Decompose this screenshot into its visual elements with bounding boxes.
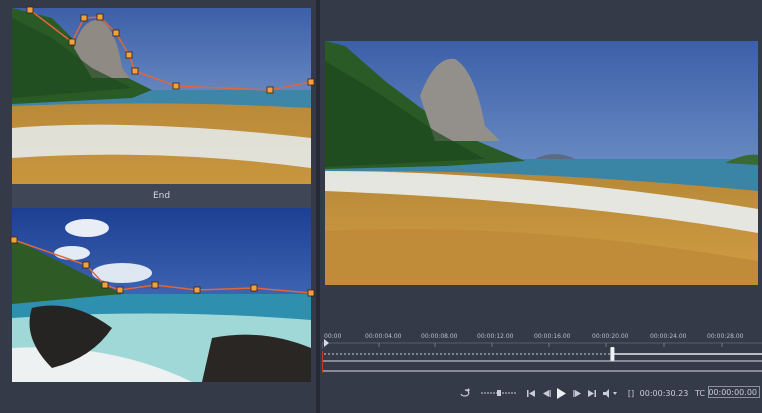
start-motion-path	[29, 9, 312, 91]
volume-icon[interactable]	[602, 386, 620, 400]
keyframe-node[interactable]	[101, 281, 109, 289]
keyframe-node[interactable]	[307, 78, 315, 86]
keyframe-node[interactable]	[10, 236, 18, 244]
preview-viewer	[325, 41, 758, 285]
end-motion-path	[13, 239, 312, 294]
timecode-field[interactable]: 00:00:00.00	[708, 386, 760, 398]
timeline-ruler	[322, 339, 762, 373]
bracket-icon[interactable]: []	[626, 386, 636, 400]
keyframe-node[interactable]	[68, 38, 76, 46]
keyframe-node[interactable]	[131, 67, 139, 75]
keyframe-node[interactable]	[82, 261, 90, 269]
play-icon[interactable]	[555, 386, 567, 400]
preview-image	[325, 41, 758, 285]
keyframe-node[interactable]	[116, 286, 124, 294]
tc-label: TC	[694, 388, 705, 398]
keyframe-node[interactable]	[250, 284, 258, 292]
playhead-handle[interactable]	[610, 347, 615, 361]
keyframe-node[interactable]	[172, 82, 180, 90]
keyframe-node[interactable]	[112, 29, 120, 37]
timeline[interactable]: 00:00 00:00:04.00 00:00:08.00 00:00:12.0…	[322, 325, 762, 380]
loop-icon[interactable]	[458, 386, 472, 400]
shuttle-slider-icon[interactable]	[480, 386, 518, 400]
next-frame-icon[interactable]	[572, 386, 582, 400]
keyframe-node[interactable]	[26, 6, 34, 14]
duration-display: 00:00:30.23	[639, 388, 689, 398]
go-to-start-icon[interactable]	[526, 386, 536, 400]
go-to-end-icon[interactable]	[586, 386, 596, 400]
motion-path-overlay	[10, 6, 315, 297]
keyframe-node[interactable]	[151, 281, 159, 289]
keyframe-node[interactable]	[80, 14, 88, 22]
previous-frame-icon[interactable]	[541, 386, 551, 400]
keyframe-node[interactable]	[266, 86, 274, 94]
keyframe-node[interactable]	[125, 51, 133, 59]
keyframe-node[interactable]	[96, 13, 104, 21]
keyframe-node[interactable]	[193, 286, 201, 294]
keyframe-node[interactable]	[307, 289, 315, 297]
